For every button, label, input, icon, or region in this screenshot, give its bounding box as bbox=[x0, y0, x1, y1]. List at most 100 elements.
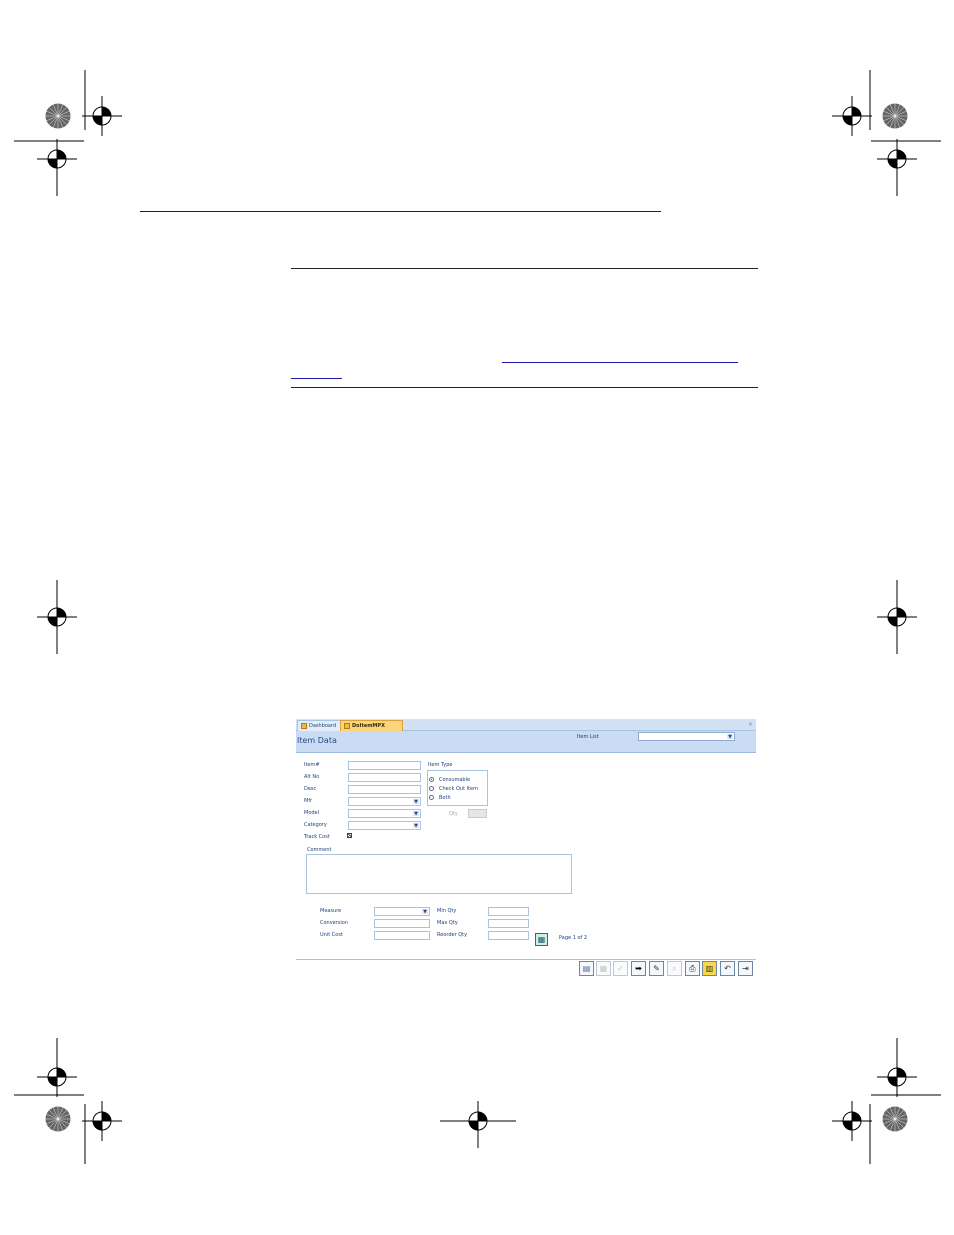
chevron-down-icon[interactable]: ▼ bbox=[422, 909, 428, 915]
track-cost-checkbox[interactable] bbox=[347, 833, 352, 838]
measure-label: Measure bbox=[320, 908, 342, 914]
item-no-label: Item# bbox=[304, 762, 320, 768]
crop-line bbox=[56, 176, 58, 196]
alt-no-field[interactable] bbox=[348, 773, 421, 782]
desc-label: Desc bbox=[304, 786, 317, 792]
toolbar-button-save[interactable]: ✓ bbox=[613, 961, 628, 976]
tab-label: Dashboard bbox=[309, 723, 337, 729]
tab-label: DoItemMPX bbox=[352, 723, 385, 729]
radio-consumable[interactable] bbox=[429, 777, 434, 782]
registration-mark-icon bbox=[82, 96, 122, 136]
page-title: Item Data bbox=[297, 736, 337, 745]
unit-cost-field[interactable] bbox=[374, 931, 430, 940]
conversion-field[interactable] bbox=[374, 919, 430, 928]
toolbar-button-next[interactable]: ➡ bbox=[631, 961, 646, 976]
checkmark-icon: ✓ bbox=[617, 963, 624, 973]
max-qty-field[interactable] bbox=[488, 919, 529, 928]
category-label: Category bbox=[304, 822, 327, 828]
model-label: Model bbox=[304, 810, 320, 816]
document-tab-strip: Dashboard DoItemMPX × bbox=[296, 719, 756, 731]
min-qty-label: Min Qty bbox=[437, 908, 457, 914]
radio-consumable-label: Consumable bbox=[439, 777, 471, 783]
tab-doitemmpx[interactable]: DoItemMPX bbox=[340, 720, 403, 731]
exit-icon: ⇥ bbox=[742, 963, 749, 973]
header-rule bbox=[140, 211, 661, 212]
table-icon: ▦ bbox=[599, 963, 608, 973]
comment-label: Comment bbox=[307, 847, 332, 853]
crop-line bbox=[56, 1038, 58, 1058]
radio-both[interactable] bbox=[429, 795, 434, 800]
toolbar-button-print[interactable]: ⎙ bbox=[685, 961, 700, 976]
min-qty-field[interactable] bbox=[488, 907, 529, 916]
desc-field[interactable] bbox=[348, 785, 421, 794]
radio-check-out-item[interactable] bbox=[429, 786, 434, 791]
toolbar-divider bbox=[296, 959, 756, 960]
form-icon bbox=[344, 723, 350, 729]
close-icon[interactable]: × bbox=[748, 720, 753, 729]
registration-mark-icon bbox=[832, 96, 872, 136]
toolbar-button-exit[interactable]: ⇥ bbox=[738, 961, 753, 976]
alt-no-label: Alt No bbox=[304, 774, 320, 780]
grid-icon: ▦ bbox=[537, 935, 546, 944]
reorder-qty-label: Reorder Qty bbox=[437, 932, 468, 938]
mfr-dropdown[interactable]: ▼ bbox=[348, 797, 421, 806]
print-icon: ⎙ bbox=[689, 963, 696, 973]
crop-line bbox=[56, 580, 58, 654]
registration-mark-icon bbox=[37, 139, 77, 179]
crop-line bbox=[14, 1094, 84, 1096]
toolbar-button-undo[interactable]: ↶ bbox=[720, 961, 735, 976]
starburst-mark-icon bbox=[45, 1106, 71, 1132]
radio-both-label: Both bbox=[439, 795, 451, 801]
item-list-label: Item List bbox=[577, 734, 599, 740]
note-top-rule bbox=[291, 268, 758, 269]
crop-line bbox=[869, 1104, 871, 1164]
reorder-qty-field[interactable] bbox=[488, 931, 529, 940]
crop-line bbox=[896, 176, 898, 196]
category-dropdown[interactable]: ▼ bbox=[348, 821, 421, 830]
delete-icon: ▥ bbox=[705, 963, 714, 973]
toolbar-button-table[interactable]: ▦ bbox=[596, 961, 611, 976]
item-no-field[interactable] bbox=[348, 761, 421, 770]
form-icon bbox=[301, 723, 307, 729]
toolbar-button-edit[interactable]: ✎ bbox=[649, 961, 664, 976]
item-list-dropdown[interactable]: ▼ bbox=[638, 732, 735, 741]
toolbar-button-new[interactable]: ▤ bbox=[579, 961, 594, 976]
arrow-right-icon: ➡ bbox=[635, 963, 642, 973]
chevron-down-icon[interactable]: ▼ bbox=[413, 823, 419, 829]
registration-mark-icon bbox=[877, 1057, 917, 1097]
starburst-mark-icon bbox=[882, 1106, 908, 1132]
edit-icon: ✎ bbox=[653, 963, 660, 973]
chevron-down-icon[interactable]: ▼ bbox=[413, 799, 419, 805]
crop-line bbox=[896, 1038, 898, 1058]
toolbar-button-delete[interactable]: ▥ bbox=[702, 961, 717, 976]
qty-field bbox=[468, 809, 487, 818]
new-record-icon: ▤ bbox=[582, 963, 591, 973]
registration-mark-icon bbox=[832, 1101, 872, 1141]
qty-label: Qty bbox=[449, 811, 458, 817]
chevron-down-icon[interactable]: ▼ bbox=[727, 734, 733, 740]
max-qty-label: Max Qty bbox=[437, 920, 458, 926]
registration-mark-icon bbox=[37, 1057, 77, 1097]
crop-line bbox=[477, 1104, 479, 1148]
hyperlink-underline[interactable] bbox=[502, 362, 738, 363]
hyperlink-underline[interactable] bbox=[291, 378, 342, 379]
unit-cost-label: Unit Cost bbox=[320, 932, 343, 938]
note-bottom-rule bbox=[291, 387, 758, 388]
chevron-down-icon[interactable]: ▼ bbox=[413, 811, 419, 817]
item-type-label: Item Type bbox=[428, 762, 453, 768]
registration-mark-icon bbox=[877, 139, 917, 179]
starburst-mark-icon bbox=[882, 103, 908, 129]
form-header: Item Data Item List ▼ bbox=[296, 731, 756, 753]
toolbar-button-find[interactable]: ⌕ bbox=[667, 961, 682, 976]
radio-check-out-item-label: Check Out Item bbox=[439, 786, 479, 792]
measure-dropdown[interactable]: ▼ bbox=[374, 907, 430, 916]
model-dropdown[interactable]: ▼ bbox=[348, 809, 421, 818]
conversion-label: Conversion bbox=[320, 920, 349, 926]
undo-icon: ↶ bbox=[724, 963, 731, 973]
starburst-mark-icon bbox=[45, 103, 71, 129]
crop-line bbox=[84, 1104, 86, 1164]
page-toggle-button[interactable]: ▦ bbox=[535, 933, 548, 946]
comment-textarea[interactable] bbox=[306, 854, 572, 894]
registration-mark-icon bbox=[82, 1101, 122, 1141]
page-indicator: Page 1 of 2 bbox=[559, 935, 588, 941]
